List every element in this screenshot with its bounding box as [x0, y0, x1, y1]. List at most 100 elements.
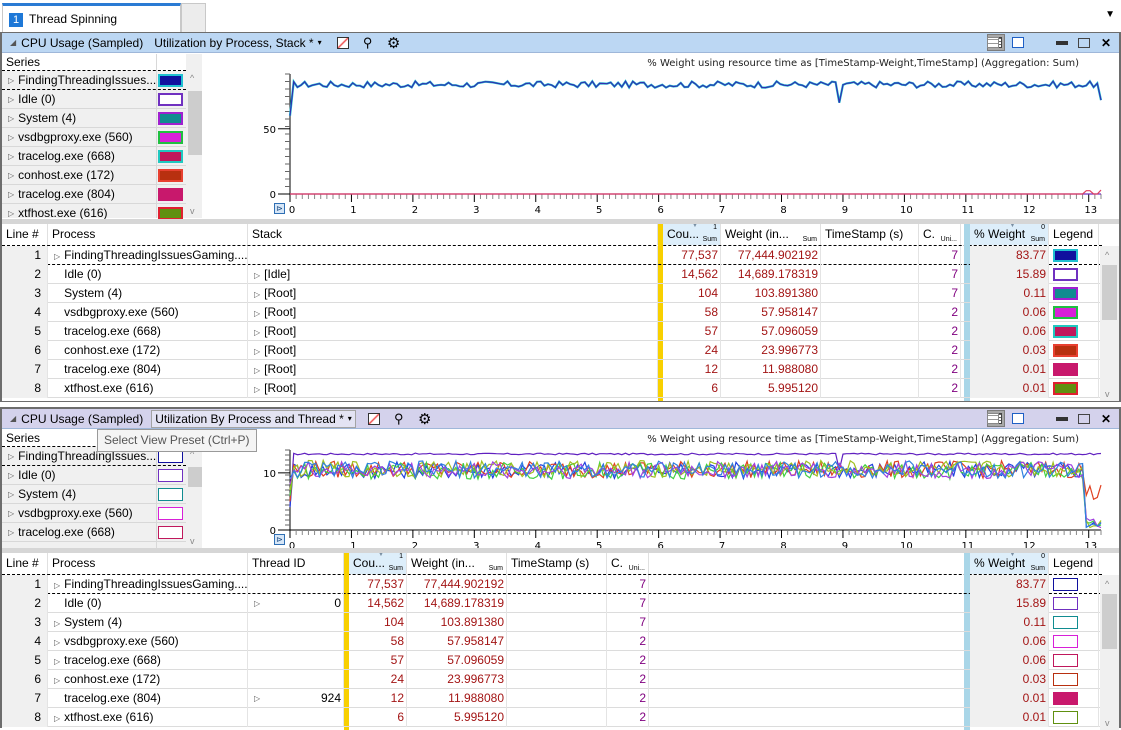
- table-row[interactable]: 6 ▷ conhost.exe (172) 24 23.996773 2 0.03: [2, 670, 1102, 689]
- expand-icon[interactable]: ▷: [8, 471, 14, 480]
- series-item[interactable]: ▷ System (4): [2, 109, 186, 128]
- table-row[interactable]: 1 ▷ FindingThreadingIssuesGaming.... 77,537…: [2, 246, 1102, 265]
- table-row[interactable]: 3 ▷ System (4) 104 103.891380 7 0.11: [2, 613, 1102, 632]
- column-header-line[interactable]: Line #: [2, 224, 48, 245]
- series-item[interactable]: ▷ conhost.exe (172): [2, 166, 186, 185]
- legend-swatch[interactable]: [1053, 616, 1078, 629]
- collapse-icon[interactable]: ◢: [10, 414, 16, 423]
- table-row[interactable]: 3 ▷System (4) ▷ [Root] 104 103.891380 7 0.11: [2, 284, 1102, 303]
- column-header-ts[interactable]: TimeStamp (s): [821, 224, 919, 245]
- column-header-weight[interactable]: Weight (in... Sum: [407, 553, 507, 574]
- table-scrollbar[interactable]: ^ v: [1100, 246, 1119, 401]
- search-icon[interactable]: ⚲: [361, 35, 375, 51]
- table-row[interactable]: 2 ▷Idle (0) ▷ [Idle] 14,562 14,689.178319 7 15.…: [2, 265, 1102, 284]
- scroll-thumb[interactable]: [1102, 594, 1117, 649]
- scroll-up-icon[interactable]: ^: [190, 73, 194, 83]
- column-header-legend[interactable]: Legend: [1049, 553, 1099, 574]
- expand-icon[interactable]: ▷: [8, 95, 14, 104]
- legend-swatch[interactable]: [1053, 268, 1078, 281]
- expand-icon[interactable]: ▷: [54, 657, 60, 666]
- gear-icon[interactable]: ⚙: [387, 34, 401, 52]
- expand-icon[interactable]: ▷: [54, 581, 60, 590]
- series-color-swatch[interactable]: [158, 112, 183, 125]
- expand-icon[interactable]: ▷: [254, 290, 260, 299]
- legend-swatch[interactable]: [1053, 597, 1078, 610]
- minimize-button[interactable]: [1053, 34, 1071, 51]
- table-row[interactable]: 7 ▷tracelog.exe (804) ▷ 924 12 11.988080 2 0.01: [2, 689, 1102, 708]
- series-color-swatch[interactable]: [158, 188, 183, 201]
- column-header-ts[interactable]: TimeStamp (s): [507, 553, 607, 574]
- series-item[interactable]: ▷ Idle (0): [2, 90, 186, 109]
- expand-icon[interactable]: ▷: [54, 252, 60, 261]
- table-row[interactable]: 8 ▷ xtfhost.exe (616) 6 5.995120 2 0.01: [2, 708, 1102, 727]
- scroll-down-icon[interactable]: v: [190, 206, 195, 216]
- series-color-swatch[interactable]: [158, 526, 183, 539]
- maximize-button[interactable]: [1075, 410, 1093, 427]
- column-header-cpu[interactable]: C. Uni...: [607, 553, 649, 574]
- legend-swatch[interactable]: [1053, 287, 1078, 300]
- column-header-line[interactable]: Line #: [2, 553, 48, 574]
- column-header-cpu[interactable]: C. Uni...: [919, 224, 961, 245]
- expand-icon[interactable]: ▷: [254, 309, 260, 318]
- expand-icon[interactable]: ▷: [54, 619, 60, 628]
- series-item[interactable]: ▷ vsdbgproxy.exe (560): [2, 128, 186, 147]
- table-row[interactable]: 4 ▷vsdbgproxy.exe (560) ▷ [Root] 58 57.958147…: [2, 303, 1102, 322]
- expand-icon[interactable]: ▷: [8, 190, 14, 199]
- series-color-swatch[interactable]: [158, 150, 183, 163]
- expand-icon[interactable]: ▷: [8, 509, 14, 518]
- maximize-button[interactable]: [1075, 34, 1093, 51]
- chart-2[interactable]: % Weight using resource time as [TimeSta…: [202, 430, 1119, 548]
- scroll-thumb[interactable]: [188, 91, 202, 155]
- expand-icon[interactable]: ▷: [54, 638, 60, 647]
- close-button[interactable]: ✕: [1097, 34, 1115, 51]
- graph-only-button[interactable]: [1009, 410, 1027, 427]
- expand-icon[interactable]: ▷: [254, 385, 260, 394]
- chart-expander-icon[interactable]: ⊳: [274, 534, 285, 545]
- expand-icon[interactable]: ▷: [254, 366, 260, 375]
- legend-swatch[interactable]: [1053, 711, 1078, 724]
- legend-swatch[interactable]: [1053, 654, 1078, 667]
- expand-icon[interactable]: ▷: [8, 209, 14, 218]
- expand-icon[interactable]: ▷: [254, 689, 260, 708]
- series-item[interactable]: ▷ Idle (0): [2, 466, 186, 485]
- series-color-swatch[interactable]: [158, 469, 183, 482]
- new-tab-area[interactable]: [181, 3, 206, 32]
- series-color-swatch[interactable]: [158, 131, 183, 144]
- legend-swatch[interactable]: [1053, 673, 1078, 686]
- expand-icon[interactable]: ▷: [254, 328, 260, 337]
- expand-icon[interactable]: ▷: [8, 490, 14, 499]
- table-row[interactable]: 8 ▷xtfhost.exe (616) ▷ [Root] 6 5.995120 2 0.01: [2, 379, 1102, 398]
- graph-only-button[interactable]: [1009, 34, 1027, 51]
- table-row[interactable]: 1 ▷ FindingThreadingIssuesGaming.... 77,537…: [2, 575, 1102, 594]
- chart-type-icon[interactable]: [336, 36, 349, 49]
- series-color-swatch[interactable]: [158, 488, 183, 501]
- expand-icon[interactable]: ▷: [8, 133, 14, 142]
- legend-swatch[interactable]: [1053, 363, 1078, 376]
- scroll-down-icon[interactable]: v: [190, 536, 195, 546]
- legend-swatch[interactable]: [1053, 306, 1078, 319]
- series-item[interactable]: ▷ vsdbgproxy.exe (560): [2, 504, 186, 523]
- series-item[interactable]: ▷ tracelog.exe (668): [2, 147, 186, 166]
- expand-icon[interactable]: ▷: [8, 528, 14, 537]
- series-scrollbar[interactable]: ^ v: [188, 447, 202, 548]
- table-row[interactable]: 7 ▷tracelog.exe (804) ▷ [Root] 12 11.988080 2 0…: [2, 360, 1102, 379]
- series-item[interactable]: ▷ System (4): [2, 485, 186, 504]
- tab-thread-spinning[interactable]: 1 Thread Spinning: [2, 3, 181, 32]
- legend-swatch[interactable]: [1053, 578, 1078, 591]
- expand-icon[interactable]: ▷: [254, 594, 260, 613]
- column-header-pct[interactable]: % Weight Sum 0 ▼: [970, 553, 1049, 574]
- chart-1[interactable]: % Weight using resource time as [TimeSta…: [202, 54, 1119, 218]
- series-item[interactable]: ▷ FindingThreadingIssues...: [2, 71, 186, 90]
- expand-icon[interactable]: ▷: [254, 271, 260, 280]
- scroll-up-icon[interactable]: ^: [1105, 579, 1109, 589]
- preset-dropdown[interactable]: Utilization By Process and Thread * ▾: [151, 409, 356, 428]
- series-color-swatch[interactable]: [158, 507, 183, 520]
- column-header-process[interactable]: Process: [48, 553, 248, 574]
- expand-icon[interactable]: ▷: [8, 452, 14, 461]
- series-color-swatch[interactable]: [158, 74, 183, 87]
- chart-type-icon[interactable]: [367, 412, 380, 425]
- legend-swatch[interactable]: [1053, 325, 1078, 338]
- scroll-thumb[interactable]: [188, 467, 202, 487]
- column-header-process[interactable]: Process: [48, 224, 248, 245]
- expand-icon[interactable]: ▷: [8, 114, 14, 123]
